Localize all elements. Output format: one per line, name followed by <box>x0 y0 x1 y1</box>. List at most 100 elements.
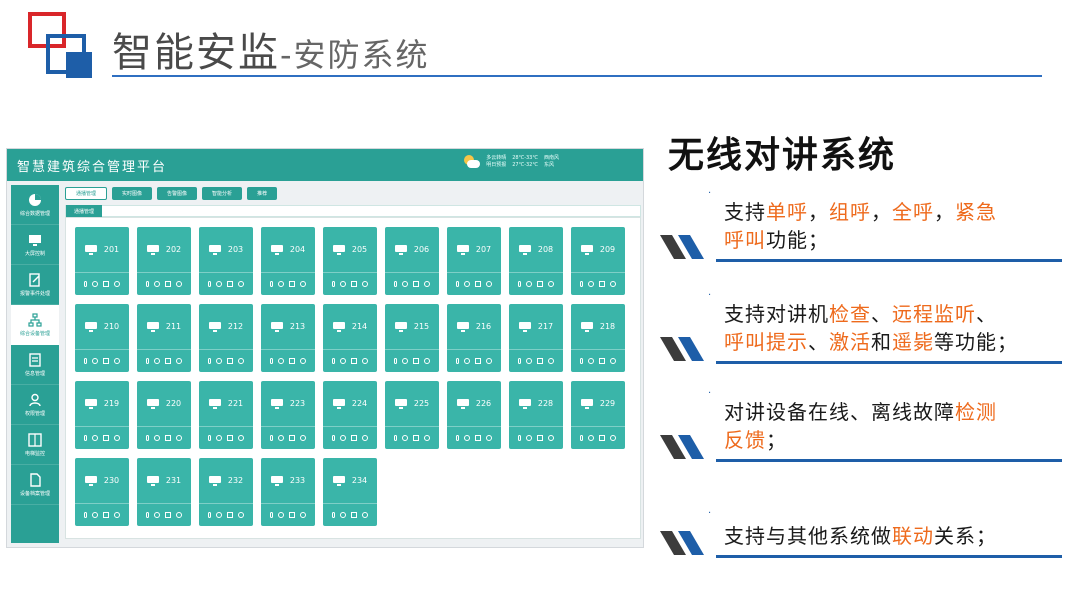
tab-broadcast[interactable]: 通播管理 <box>66 205 103 217</box>
speaker-icon[interactable] <box>486 280 492 287</box>
mic-icon[interactable] <box>146 511 149 518</box>
headset-icon[interactable] <box>216 280 222 287</box>
mic-icon[interactable] <box>332 434 335 441</box>
speaker-icon[interactable] <box>424 357 430 364</box>
speaker-icon[interactable] <box>238 434 244 441</box>
screen-icon[interactable] <box>537 280 543 287</box>
speaker-icon[interactable] <box>424 434 430 441</box>
headset-icon[interactable] <box>92 280 98 287</box>
headset-icon[interactable] <box>588 280 594 287</box>
headset-icon[interactable] <box>588 357 594 364</box>
mic-icon[interactable] <box>394 434 397 441</box>
speaker-icon[interactable] <box>176 280 182 287</box>
headset-icon[interactable] <box>402 434 408 441</box>
mic-icon[interactable] <box>518 357 521 364</box>
headset-icon[interactable] <box>464 280 470 287</box>
speaker-icon[interactable] <box>362 357 368 364</box>
speaker-icon[interactable] <box>610 280 616 287</box>
device-card[interactable]: 211 <box>137 304 191 372</box>
speaker-icon[interactable] <box>176 511 182 518</box>
speaker-icon[interactable] <box>238 280 244 287</box>
device-card[interactable]: 216 <box>447 304 501 372</box>
screen-icon[interactable] <box>227 434 233 441</box>
headset-icon[interactable] <box>278 434 284 441</box>
device-card[interactable]: 205 <box>323 227 377 295</box>
headset-icon[interactable] <box>216 357 222 364</box>
device-card[interactable]: 233 <box>261 458 315 526</box>
device-card[interactable]: 203 <box>199 227 253 295</box>
device-card[interactable]: 232 <box>199 458 253 526</box>
speaker-icon[interactable] <box>300 280 306 287</box>
sidebar-item[interactable]: 大屏控制 <box>11 225 59 265</box>
device-card[interactable]: 209 <box>571 227 625 295</box>
device-card[interactable]: 217 <box>509 304 563 372</box>
mic-icon[interactable] <box>146 280 149 287</box>
device-card[interactable]: 218 <box>571 304 625 372</box>
screen-icon[interactable] <box>599 357 605 364</box>
speaker-icon[interactable] <box>362 511 368 518</box>
toolbar-button[interactable]: 实时图像 <box>112 187 153 200</box>
headset-icon[interactable] <box>526 280 532 287</box>
speaker-icon[interactable] <box>424 280 430 287</box>
headset-icon[interactable] <box>526 434 532 441</box>
sidebar-item[interactable]: 权限管理 <box>11 385 59 425</box>
speaker-icon[interactable] <box>238 511 244 518</box>
sidebar-item[interactable]: 电梯监控 <box>11 425 59 465</box>
mic-icon[interactable] <box>208 280 211 287</box>
mic-icon[interactable] <box>580 434 583 441</box>
mic-icon[interactable] <box>84 357 87 364</box>
speaker-icon[interactable] <box>114 511 120 518</box>
toolbar-button[interactable]: 通播管理 <box>65 187 108 200</box>
mic-icon[interactable] <box>456 434 459 441</box>
mic-icon[interactable] <box>394 280 397 287</box>
headset-icon[interactable] <box>340 280 346 287</box>
device-card[interactable]: 223 <box>261 381 315 449</box>
device-card[interactable]: 219 <box>75 381 129 449</box>
screen-icon[interactable] <box>165 280 171 287</box>
speaker-icon[interactable] <box>548 357 554 364</box>
speaker-icon[interactable] <box>486 434 492 441</box>
device-card[interactable]: 207 <box>447 227 501 295</box>
screen-icon[interactable] <box>413 434 419 441</box>
device-card[interactable]: 215 <box>385 304 439 372</box>
sidebar-item[interactable]: 综合数据管理 <box>11 185 59 225</box>
mic-icon[interactable] <box>580 357 583 364</box>
screen-icon[interactable] <box>537 434 543 441</box>
screen-icon[interactable] <box>289 434 295 441</box>
headset-icon[interactable] <box>340 357 346 364</box>
device-card[interactable]: 210 <box>75 304 129 372</box>
speaker-icon[interactable] <box>114 434 120 441</box>
device-card[interactable]: 221 <box>199 381 253 449</box>
device-card[interactable]: 231 <box>137 458 191 526</box>
mic-icon[interactable] <box>208 511 211 518</box>
headset-icon[interactable] <box>92 434 98 441</box>
screen-icon[interactable] <box>103 357 109 364</box>
headset-icon[interactable] <box>340 434 346 441</box>
speaker-icon[interactable] <box>486 357 492 364</box>
headset-icon[interactable] <box>154 434 160 441</box>
mic-icon[interactable] <box>332 280 335 287</box>
headset-icon[interactable] <box>154 280 160 287</box>
screen-icon[interactable] <box>413 280 419 287</box>
headset-icon[interactable] <box>340 511 346 518</box>
device-card[interactable]: 228 <box>509 381 563 449</box>
toolbar-button[interactable]: 推荐 <box>247 187 278 200</box>
device-card[interactable]: 234 <box>323 458 377 526</box>
headset-icon[interactable] <box>526 357 532 364</box>
mic-icon[interactable] <box>270 511 273 518</box>
device-card[interactable]: 208 <box>509 227 563 295</box>
sidebar-item[interactable]: 信息管理 <box>11 345 59 385</box>
headset-icon[interactable] <box>278 357 284 364</box>
screen-icon[interactable] <box>351 434 357 441</box>
speaker-icon[interactable] <box>610 434 616 441</box>
screen-icon[interactable] <box>227 280 233 287</box>
mic-icon[interactable] <box>394 357 397 364</box>
speaker-icon[interactable] <box>114 280 120 287</box>
speaker-icon[interactable] <box>238 357 244 364</box>
speaker-icon[interactable] <box>362 434 368 441</box>
device-card[interactable]: 230 <box>75 458 129 526</box>
headset-icon[interactable] <box>216 434 222 441</box>
device-card[interactable]: 212 <box>199 304 253 372</box>
speaker-icon[interactable] <box>176 357 182 364</box>
device-card[interactable]: 226 <box>447 381 501 449</box>
